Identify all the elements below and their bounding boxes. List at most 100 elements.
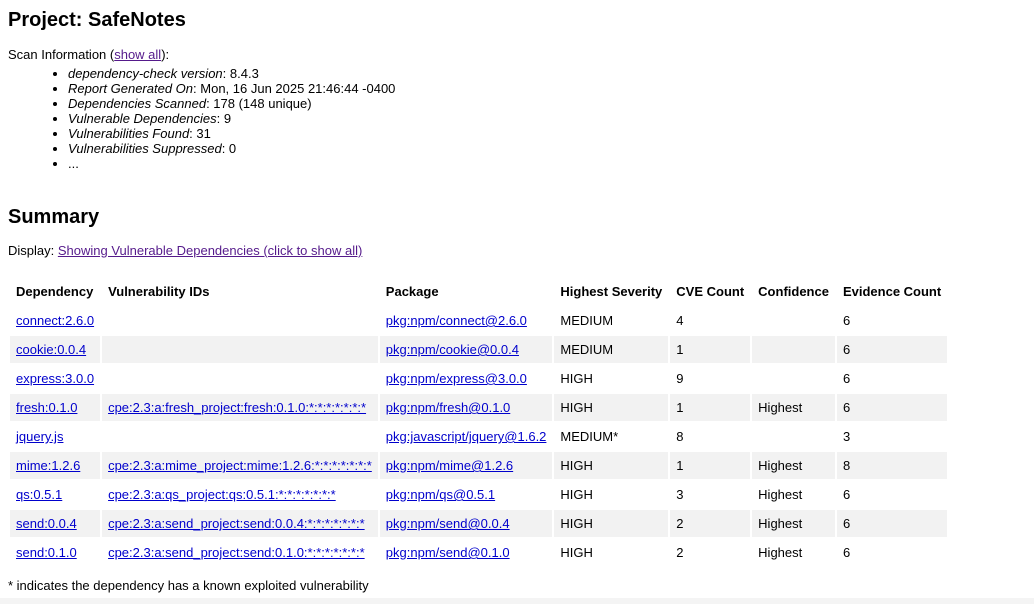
cve-count-cell: 9 (676, 371, 684, 386)
evidence-count-cell: 6 (842, 487, 851, 502)
cve-count-cell: 1 (676, 458, 684, 473)
scan-item: Dependencies Scanned: 178 (148 unique) (68, 96, 395, 111)
scan-item: Report Generated On: Mon, 16 Jun 2025 21… (68, 81, 395, 96)
table-cell: pkg:npm/connect@2.6.0 (379, 307, 553, 334)
table-cell (752, 365, 835, 392)
table-cell: 1 (670, 336, 751, 363)
column-header-vulnerability-ids[interactable]: Vulnerability IDs (102, 278, 378, 305)
table-cell: connect:2.6.0 (10, 307, 101, 334)
cve-count-cell: 8 (676, 429, 684, 444)
table-cell: pkg:npm/express@3.0.0 (379, 365, 553, 392)
table-row: fresh:0.1.0 cpe:2.3:a:fresh_project:fresh… (10, 394, 948, 421)
cve-count-cell: 3 (676, 487, 684, 502)
table-cell: HIGH (554, 452, 669, 479)
vulnerability-id-link[interactable]: cpe:2.3:a:mime_project:mime:1.2.6:*:*:*:… (108, 458, 372, 473)
table-cell: 8 (670, 423, 751, 450)
table-cell: fresh:0.1.0 (10, 394, 101, 421)
table-row: send:0.1.0 cpe:2.3:a:send_project:send:0.… (10, 539, 948, 566)
vulnerability-id-link[interactable]: cpe:2.3:a:fresh_project:fresh:0.1.0:*:*:… (108, 400, 366, 415)
table-cell (752, 336, 835, 363)
scan-label-suffix: ): (161, 47, 170, 62)
dependency-link[interactable]: fresh:0.1.0 (16, 400, 77, 415)
table-cell: pkg:npm/send@0.0.4 (379, 510, 553, 537)
bottom-scroll-edge (0, 598, 1034, 604)
column-header-cve-count[interactable]: CVE Count (670, 278, 750, 305)
scan-item-value: : Mon, 16 Jun 2025 21:46:44 -0400 (193, 81, 396, 96)
dependency-link[interactable]: send:0.1.0 (16, 545, 77, 560)
package-link[interactable]: pkg:npm/qs@0.5.1 (386, 487, 495, 502)
confidence-cell: Highest (758, 516, 803, 531)
dependency-link[interactable]: qs:0.5.1 (16, 487, 62, 502)
scan-item-key: Vulnerable Dependencies (68, 111, 217, 126)
table-cell: HIGH (554, 394, 669, 421)
confidence-cell: Highest (758, 487, 803, 502)
scan-information-label: Scan Information (show all): (8, 47, 169, 63)
scan-label-prefix: Scan Information ( (8, 47, 115, 62)
severity-cell: MEDIUM (560, 342, 614, 357)
package-link[interactable]: pkg:npm/connect@2.6.0 (386, 313, 527, 328)
column-header-dependency[interactable]: Dependency (10, 278, 100, 305)
table-cell: MEDIUM* (554, 423, 669, 450)
show-all-dependencies-link[interactable]: Showing Vulnerable Dependencies (click t… (58, 243, 362, 258)
column-header-evidence-count[interactable]: Evidence Count (837, 278, 947, 305)
table-cell (102, 423, 378, 450)
table-cell: 2 (670, 539, 751, 566)
table-cell: pkg:npm/mime@1.2.6 (379, 452, 553, 479)
vulnerability-id-link[interactable]: cpe:2.3:a:send_project:send:0.1.0:*:*:*:… (108, 545, 365, 560)
severity-cell: HIGH (560, 458, 593, 473)
package-link[interactable]: pkg:npm/mime@1.2.6 (386, 458, 513, 473)
table-cell: HIGH (554, 481, 669, 508)
severity-cell: MEDIUM* (560, 429, 619, 444)
dependency-link[interactable]: mime:1.2.6 (16, 458, 80, 473)
column-header-highest-severity[interactable]: Highest Severity (554, 278, 668, 305)
severity-cell: HIGH (560, 516, 593, 531)
evidence-count-cell: 6 (842, 516, 851, 531)
table-cell: 6 (836, 336, 948, 363)
scan-item-value: : 8.4.3 (222, 66, 259, 81)
table-cell: 3 (836, 423, 948, 450)
table-cell: 6 (836, 539, 948, 566)
package-link[interactable]: pkg:javascript/jquery@1.6.2 (386, 429, 547, 444)
package-link[interactable]: pkg:npm/send@0.1.0 (386, 545, 510, 560)
table-cell: send:0.1.0 (10, 539, 101, 566)
package-link[interactable]: pkg:npm/cookie@0.0.4 (386, 342, 519, 357)
severity-cell: HIGH (560, 371, 593, 386)
dependency-link[interactable]: express:3.0.0 (16, 371, 94, 386)
table-cell (102, 365, 378, 392)
dependency-link[interactable]: jquery.js (16, 429, 63, 444)
evidence-count-cell: 6 (842, 371, 851, 386)
vulnerability-id-link[interactable]: cpe:2.3:a:send_project:send:0.0.4:*:*:*:… (108, 516, 365, 531)
package-link[interactable]: pkg:npm/express@3.0.0 (386, 371, 527, 386)
evidence-count-cell: 6 (842, 342, 851, 357)
scan-item-key: Vulnerabilities Suppressed (68, 141, 222, 156)
show-all-scan-info-link[interactable]: show all (114, 47, 161, 62)
package-link[interactable]: pkg:npm/send@0.0.4 (386, 516, 510, 531)
dependency-link[interactable]: send:0.0.4 (16, 516, 77, 531)
table-cell (102, 307, 378, 334)
scan-item: Vulnerabilities Suppressed: 0 (68, 141, 395, 156)
cve-count-cell: 1 (676, 400, 684, 415)
dependency-link[interactable]: cookie:0.0.4 (16, 342, 86, 357)
table-cell: mime:1.2.6 (10, 452, 101, 479)
package-link[interactable]: pkg:npm/fresh@0.1.0 (386, 400, 510, 415)
table-cell: 6 (836, 394, 948, 421)
table-cell: Highest (752, 510, 835, 537)
column-header-confidence[interactable]: Confidence (752, 278, 835, 305)
dependency-link[interactable]: connect:2.6.0 (16, 313, 94, 328)
table-cell: 1 (670, 394, 751, 421)
scan-item-key: dependency-check version (68, 66, 223, 81)
table-row: send:0.0.4 cpe:2.3:a:send_project:send:0.… (10, 510, 948, 537)
confidence-cell: Highest (758, 458, 803, 473)
scan-item: Vulnerable Dependencies: 9 (68, 111, 395, 126)
vulnerability-id-link[interactable]: cpe:2.3:a:qs_project:qs:0.5.1:*:*:*:*:*:… (108, 487, 336, 502)
table-cell: express:3.0.0 (10, 365, 101, 392)
scan-item-value: : 178 (148 unique) (206, 96, 312, 111)
evidence-count-cell: 6 (842, 545, 851, 560)
table-cell: 6 (836, 510, 948, 537)
column-header-package[interactable]: Package (380, 278, 553, 305)
dependencies-table-body: connect:2.6.0 pkg:npm/connect@2.6.0 MEDIUM… (10, 307, 948, 566)
scan-item-more: ... (68, 156, 395, 171)
cve-count-cell: 1 (676, 342, 684, 357)
table-cell: MEDIUM (554, 307, 669, 334)
table-cell: pkg:npm/send@0.1.0 (379, 539, 553, 566)
